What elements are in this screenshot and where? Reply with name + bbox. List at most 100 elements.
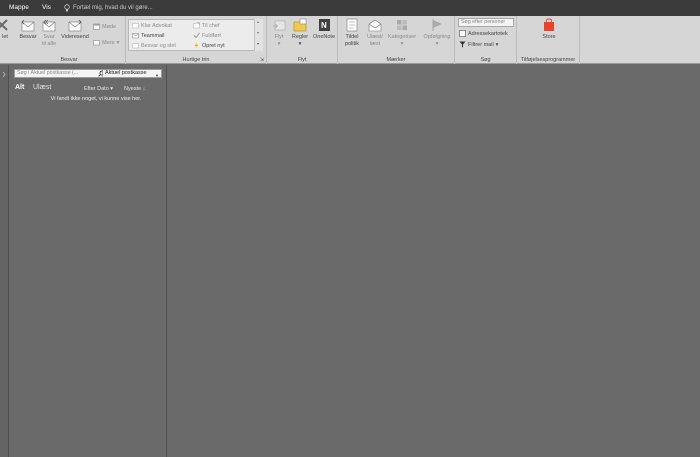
quick-step-1[interactable]: Klar Advokat bbox=[132, 22, 172, 29]
assign-policy-label-2: politik bbox=[344, 40, 360, 47]
onenote-icon: N bbox=[319, 19, 330, 31]
meeting-button[interactable]: Møde bbox=[93, 23, 116, 30]
move-button[interactable]: Flyt ▾ bbox=[269, 18, 289, 47]
sort-down-arrow-icon: ↓ bbox=[142, 86, 146, 92]
search-mailbox-input[interactable]: Søg i Aktuel postkasse (... bbox=[14, 69, 98, 78]
quick-step-label-5: Fuldført bbox=[202, 32, 221, 39]
store-button[interactable]: Store bbox=[537, 18, 561, 41]
ribbon: let Besvar Svar til alle Videresend Møde… bbox=[0, 16, 700, 64]
address-book-button[interactable]: Adressekartotek bbox=[459, 30, 508, 37]
delete-x-icon bbox=[0, 19, 8, 31]
policy-icon bbox=[346, 18, 358, 32]
assign-policy-button[interactable]: Tildel politik bbox=[341, 18, 363, 47]
chevron-down-icon: ▾ bbox=[116, 39, 120, 46]
search-people-input[interactable]: Søg efter personer bbox=[458, 18, 514, 27]
categorize-chevron-icon: ▾ bbox=[400, 40, 404, 47]
group-label-addins: Tilføjelsesprogrammer bbox=[520, 57, 576, 63]
sort-order-label: Nyeste bbox=[124, 86, 142, 92]
expand-folder-pane-icon[interactable] bbox=[1, 71, 7, 78]
reply-button[interactable]: Besvar bbox=[17, 18, 39, 41]
group-respond: Besvar Svar til alle Videresend Møde Mer… bbox=[13, 16, 126, 64]
quick-step-6[interactable]: Opret nyt bbox=[193, 42, 225, 49]
quick-steps-scrollbar[interactable]: ▴ ▾ ▾ bbox=[254, 19, 263, 51]
team-mail-icon bbox=[132, 33, 139, 39]
group-move: Flyt ▾ Regler ▾ N OneNote Flyt bbox=[267, 16, 338, 64]
to-manager-icon bbox=[193, 22, 200, 29]
group-label-tags: Mærker bbox=[386, 57, 406, 63]
filter-chevron-icon: ▾ bbox=[495, 41, 499, 48]
tell-me-box[interactable]: Fortæl mig, hvad du vil gøre... bbox=[64, 3, 153, 13]
meeting-label: Møde bbox=[102, 23, 117, 30]
sort-order-button[interactable]: Nyeste ↓ bbox=[124, 86, 145, 92]
group-label-respond: Besvar bbox=[60, 57, 78, 63]
store-label: Store bbox=[542, 34, 556, 40]
group-tags: Tildel politik Ulæst/ læst Kategoriser ▾… bbox=[338, 16, 455, 64]
delete-button[interactable]: let bbox=[0, 18, 10, 41]
group-label-move: Flyt bbox=[297, 57, 307, 63]
group-addins: Store Tilføjelsesprogrammer bbox=[517, 16, 580, 64]
quick-step-label-2: Teammail bbox=[141, 32, 165, 39]
message-list-pane: Søg i Aktuel postkasse (... Aktuel postk… bbox=[9, 65, 167, 457]
tab-all[interactable]: Alt bbox=[15, 84, 24, 91]
quick-step-label-3: Besvar og slet bbox=[141, 42, 176, 49]
lightbulb-icon bbox=[64, 4, 70, 12]
address-book-icon bbox=[459, 30, 466, 37]
dialog-launcher-icon[interactable]: ⇲ bbox=[260, 57, 264, 63]
folder-pane-collapsed[interactable] bbox=[0, 65, 9, 457]
quick-step-2[interactable]: Teammail bbox=[132, 32, 165, 39]
unread-label-2: læst bbox=[369, 40, 381, 47]
store-bag-icon bbox=[544, 18, 554, 31]
forward-icon bbox=[68, 19, 82, 32]
rules-button[interactable]: Regler ▾ bbox=[289, 18, 311, 47]
group-label-quick-steps: Hurtige trin bbox=[182, 57, 210, 63]
quick-step-5[interactable]: Fuldført bbox=[193, 32, 221, 39]
categorize-button[interactable]: Kategoriser ▾ bbox=[386, 18, 418, 47]
group-label-find: Søg bbox=[480, 57, 491, 63]
tab-view[interactable]: Vis bbox=[42, 4, 51, 11]
filter-mail-button[interactable]: Filtrer mail ▾ bbox=[459, 41, 498, 48]
scroll-up-icon[interactable]: ▴ bbox=[257, 19, 259, 24]
sort-by-button[interactable]: Efter Dato ▾ bbox=[84, 86, 113, 92]
rules-icon bbox=[293, 18, 307, 32]
quick-steps-gallery: Klar Advokat Teammail Besvar og slet Til… bbox=[128, 19, 263, 51]
tab-unread[interactable]: Ulæst bbox=[33, 84, 51, 91]
quick-step-4[interactable]: Til chef bbox=[193, 22, 220, 29]
move-chevron-icon: ▾ bbox=[277, 40, 281, 47]
more-mail-icon bbox=[93, 40, 100, 46]
address-book-label: Adressekartotek bbox=[468, 30, 508, 37]
envelope-open-icon bbox=[368, 19, 382, 32]
reply-all-icon bbox=[42, 19, 56, 32]
followup-button[interactable]: Opfølgning ▾ bbox=[420, 18, 454, 47]
quick-step-label-1: Klar Advokat bbox=[141, 22, 172, 29]
delete-label: let bbox=[2, 34, 8, 40]
gallery-expand-icon[interactable]: ▾ bbox=[257, 41, 259, 46]
reply-all-button[interactable]: Svar til alle bbox=[38, 18, 60, 47]
svg-text:N: N bbox=[321, 21, 327, 30]
reply-delete-icon bbox=[132, 43, 139, 49]
tab-folder[interactable]: Mappe bbox=[9, 4, 29, 11]
quick-step-label-6: Opret nyt bbox=[202, 42, 225, 49]
search-scope-value: Aktuel postkasse bbox=[105, 70, 147, 76]
forward-label: Videresend bbox=[61, 34, 89, 40]
more-label: Mere bbox=[102, 39, 115, 46]
scope-chevron-down-icon: ▼ bbox=[155, 73, 159, 78]
scroll-down-icon[interactable]: ▾ bbox=[257, 30, 259, 35]
move-folder-icon bbox=[273, 20, 286, 31]
reply-all-label-2: til alle bbox=[41, 40, 57, 47]
empty-list-message: Vi fandt ikke noget, vi kunne vise her. bbox=[50, 96, 142, 102]
forward-button[interactable]: Videresend bbox=[60, 18, 90, 41]
search-scope-select[interactable]: Aktuel postkasse ▼ bbox=[102, 69, 162, 78]
quick-step-3[interactable]: Besvar og slet bbox=[132, 42, 176, 49]
rules-chevron-icon: ▾ bbox=[298, 40, 302, 47]
arrow-mail-icon bbox=[132, 23, 139, 29]
more-button[interactable]: Mere ▾ bbox=[93, 39, 119, 46]
reading-pane bbox=[168, 65, 700, 457]
onenote-button[interactable]: N OneNote bbox=[311, 18, 337, 41]
flag-icon bbox=[432, 19, 442, 31]
tell-me-text: Fortæl mig, hvad du vil gøre... bbox=[73, 5, 153, 11]
filter-mail-label: Filtrer mail bbox=[468, 41, 494, 48]
unread-read-button[interactable]: Ulæst/ læst bbox=[364, 18, 386, 47]
followup-chevron-icon: ▾ bbox=[435, 40, 439, 47]
funnel-icon bbox=[459, 41, 466, 48]
reply-label: Besvar bbox=[19, 34, 37, 40]
